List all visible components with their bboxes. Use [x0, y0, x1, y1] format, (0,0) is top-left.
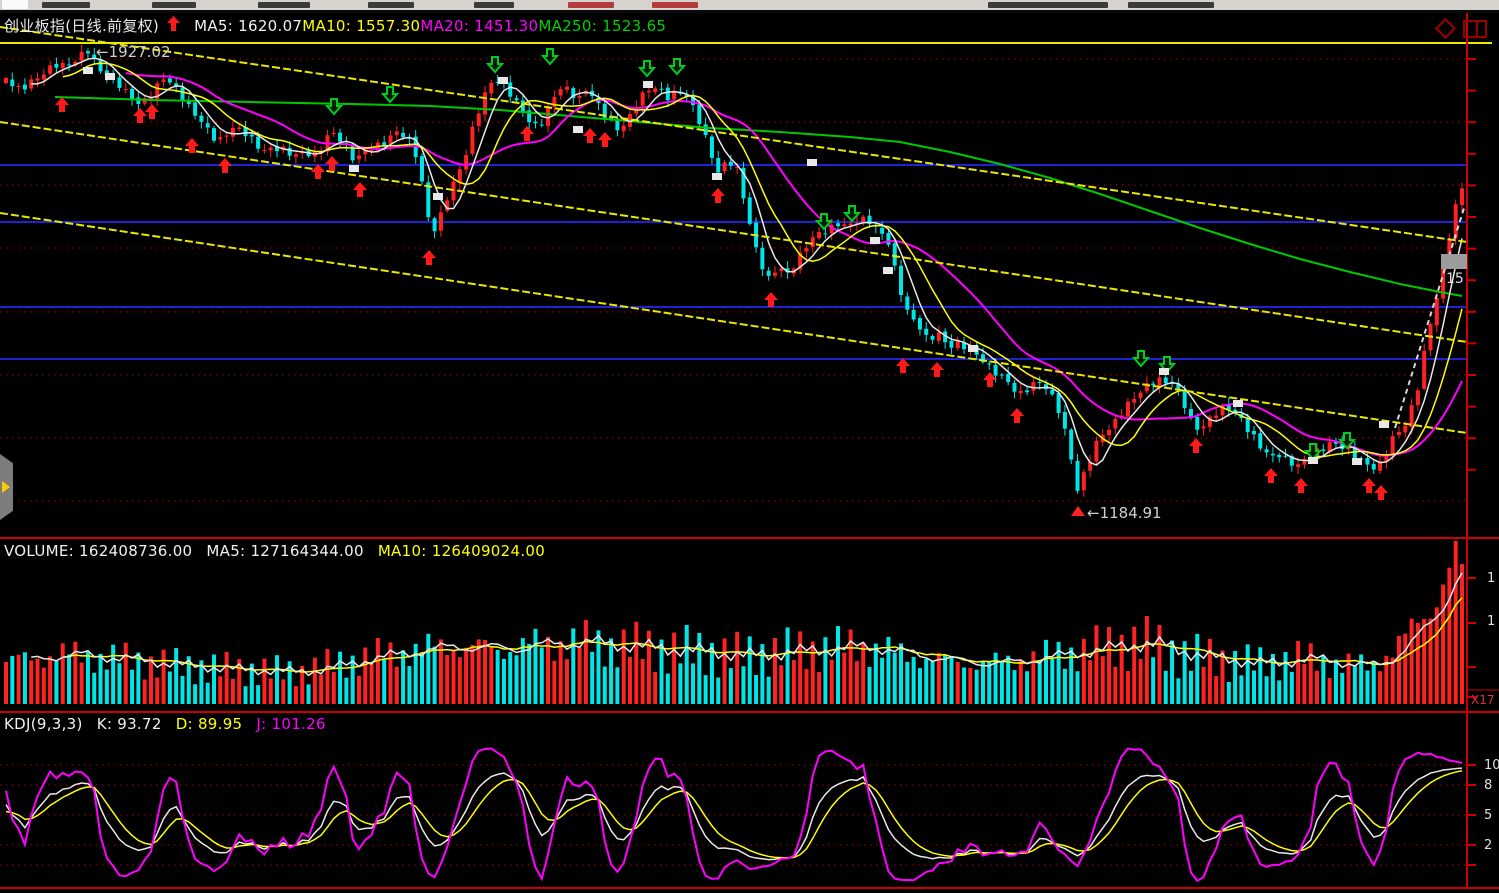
menu-item[interactable] [42, 2, 90, 8]
menu-item[interactable] [368, 2, 414, 8]
signals-layer [55, 49, 1389, 500]
instrument-title: 创业板指(日线.前复权) [4, 15, 159, 36]
menu-item[interactable] [258, 2, 310, 8]
menu-bar[interactable] [0, 0, 1499, 13]
volume-axis-label: 1 [1487, 571, 1495, 586]
header-value: KDJ(9,3,3) [4, 715, 83, 733]
low-price-annotation: ←1184.91 [1087, 504, 1162, 522]
app-window: 创业板指(日线.前复权) MA5: 1620.07MA10: 1557.30MA… [0, 0, 1499, 893]
chart-canvas[interactable] [0, 0, 1499, 893]
main-grid-layer [0, 43, 1492, 501]
menu-status-text [988, 2, 1108, 8]
high-price-annotation: ←1927.02 [96, 43, 171, 61]
volume-header: VOLUME: 162408736.00 MA5: 127164344.00 MA1… [4, 542, 545, 560]
trendline-price-box [1441, 254, 1467, 269]
ma-values: MA5: 1620.07MA10: 1557.30MA20: 1451.30MA… [194, 17, 666, 35]
header-value: K: 93.72 [97, 715, 162, 733]
menu-item[interactable] [474, 2, 514, 8]
low-marker-icon [1071, 506, 1085, 516]
kdj-axis-label-20: 2 [1484, 838, 1492, 853]
header-value: J: 101.26 [256, 715, 325, 733]
kdj-axis-label-50: 5 [1484, 808, 1492, 823]
main-chart-header: 创业板指(日线.前复权) MA5: 1620.07MA10: 1557.30MA… [4, 15, 666, 36]
volume-scale-multiplier: X17 [1471, 693, 1495, 707]
header-value: MA5: 127164344.00 [206, 542, 363, 560]
header-value: MA20: 1451.30 [420, 17, 538, 35]
header-value: MA10: 1557.30 [302, 17, 420, 35]
price-axis-partial-label: 15 [1446, 271, 1464, 287]
menu-item[interactable] [152, 2, 196, 8]
trendline-layer [0, 27, 1467, 433]
expander-arrow-icon [2, 481, 10, 493]
header-value: MA250: 1523.65 [538, 17, 666, 35]
kdj-axis-label-80: 8 [1484, 778, 1492, 793]
menu-item-highlight[interactable] [652, 2, 698, 8]
sidebar-expander[interactable] [0, 454, 13, 520]
volume-layer [4, 541, 1464, 704]
header-value: MA10: 126409024.00 [378, 542, 545, 560]
ma-lines-layer [31, 58, 1462, 465]
menu-logo [2, 0, 28, 9]
frame-layer [0, 13, 1499, 888]
menu-item-highlight[interactable] [568, 2, 614, 8]
header-value: MA5: 1620.07 [194, 17, 302, 35]
kdj-layer [0, 749, 1467, 881]
header-value: VOLUME: 162408736.00 [4, 542, 192, 560]
up-arrow-icon [167, 16, 180, 35]
volume-axis-label: 1 [1487, 614, 1495, 629]
kdj-axis-label-100: 10 [1484, 758, 1499, 773]
split-window-icon[interactable] [1463, 20, 1487, 38]
header-value: D: 89.95 [176, 715, 243, 733]
kdj-header: KDJ(9,3,3) K: 93.72 D: 89.95 J: 101.26 [4, 715, 326, 733]
menu-status-text [1128, 2, 1214, 8]
